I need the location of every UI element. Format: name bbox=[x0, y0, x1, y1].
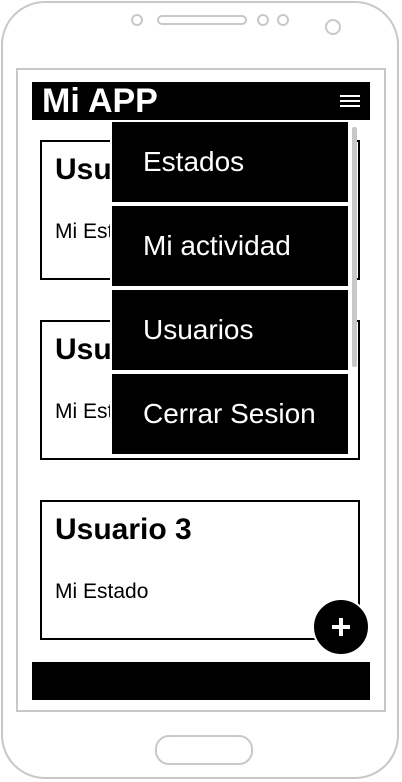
app-bar: Mi APP bbox=[32, 82, 370, 120]
plus-icon bbox=[339, 618, 343, 636]
user-card-status: Mi Estado bbox=[55, 580, 149, 603]
home-button[interactable] bbox=[155, 735, 253, 765]
speaker-grille bbox=[157, 15, 247, 25]
sensor-dot bbox=[277, 14, 289, 26]
menu-icon-line bbox=[340, 95, 360, 97]
dropdown-menu: Estados Mi actividad Usuarios Cerrar Ses… bbox=[110, 120, 352, 458]
menu-item-cerrar-sesion[interactable]: Cerrar Sesion bbox=[112, 374, 348, 454]
menu-item-mi-actividad[interactable]: Mi actividad bbox=[112, 206, 348, 286]
front-camera bbox=[325, 19, 341, 35]
sensor-dot bbox=[131, 14, 143, 26]
sensor-dot bbox=[257, 14, 269, 26]
menu-icon-line bbox=[340, 105, 360, 107]
scrollbar[interactable] bbox=[352, 127, 357, 367]
app-title: Mi APP bbox=[42, 82, 158, 120]
bottom-bar bbox=[32, 662, 370, 700]
menu-icon-line bbox=[340, 100, 360, 102]
user-card-title: Usuario 3 bbox=[55, 513, 192, 546]
add-button[interactable] bbox=[312, 598, 370, 656]
menu-item-usuarios[interactable]: Usuarios bbox=[112, 290, 348, 370]
hamburger-menu-icon[interactable] bbox=[340, 93, 360, 109]
menu-item-estados[interactable]: Estados bbox=[112, 122, 348, 202]
